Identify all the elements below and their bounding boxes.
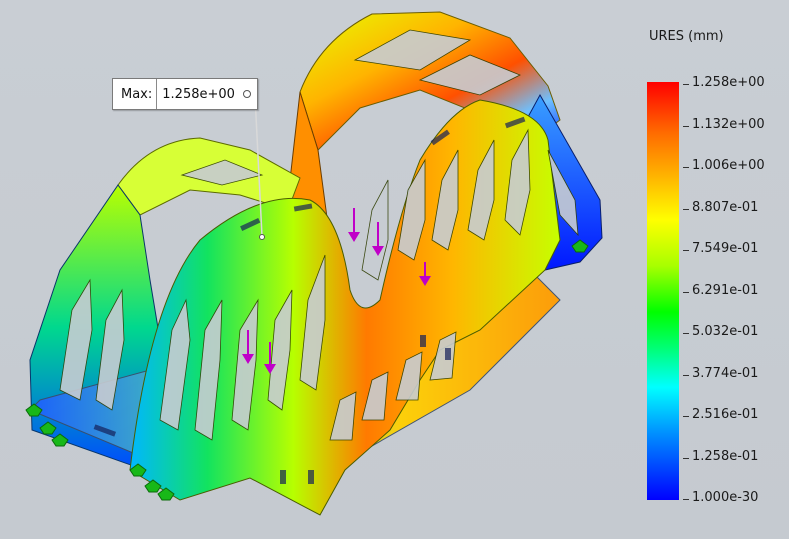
legend-tick-label: 8.807e-01: [692, 199, 759, 215]
legend-tick: [683, 374, 689, 376]
legend-tick: [683, 291, 689, 293]
max-point-marker: [259, 234, 265, 240]
max-tag: Max:: [113, 79, 158, 109]
legend-tick: [683, 499, 689, 500]
legend-tick: [683, 416, 689, 417]
legend-title: URES (mm): [649, 29, 724, 44]
legend-tick: [683, 84, 689, 85]
graphics-viewport[interactable]: Max: 1.258e+00 URES (mm) 1.258e+00 1.132e…: [0, 0, 789, 539]
legend-tick: [683, 250, 689, 251]
legend-tick: [683, 208, 689, 210]
legend-tick: [683, 167, 689, 168]
legend-color-bar[interactable]: [647, 82, 679, 500]
legend-tick-label: 2.516e-01: [692, 407, 759, 422]
legend-tick-label: 1.258e-01: [692, 448, 759, 464]
legend-tick-label: 6.291e-01: [692, 282, 759, 298]
legend-tick-label: 1.006e+00: [692, 158, 765, 173]
legend-tick-label: 7.549e-01: [692, 241, 759, 256]
max-value: 1.258e+00: [157, 79, 257, 109]
legend-tick: [683, 125, 689, 127]
legend-tick-label: 1.258e+00: [692, 75, 765, 90]
legend-tick-label: 5.032e-01: [692, 324, 759, 339]
max-annotation[interactable]: Max: 1.258e+00: [112, 78, 258, 110]
pin-icon[interactable]: [242, 90, 251, 98]
legend-tick: [683, 333, 689, 334]
legend-tick: [683, 457, 689, 459]
legend-tick-label: 1.000e-30: [692, 490, 759, 505]
legend-tick-label: 3.774e-01: [692, 365, 759, 381]
legend-tick-label: 1.132e+00: [692, 116, 765, 132]
max-value-text: 1.258e+00: [162, 86, 235, 102]
